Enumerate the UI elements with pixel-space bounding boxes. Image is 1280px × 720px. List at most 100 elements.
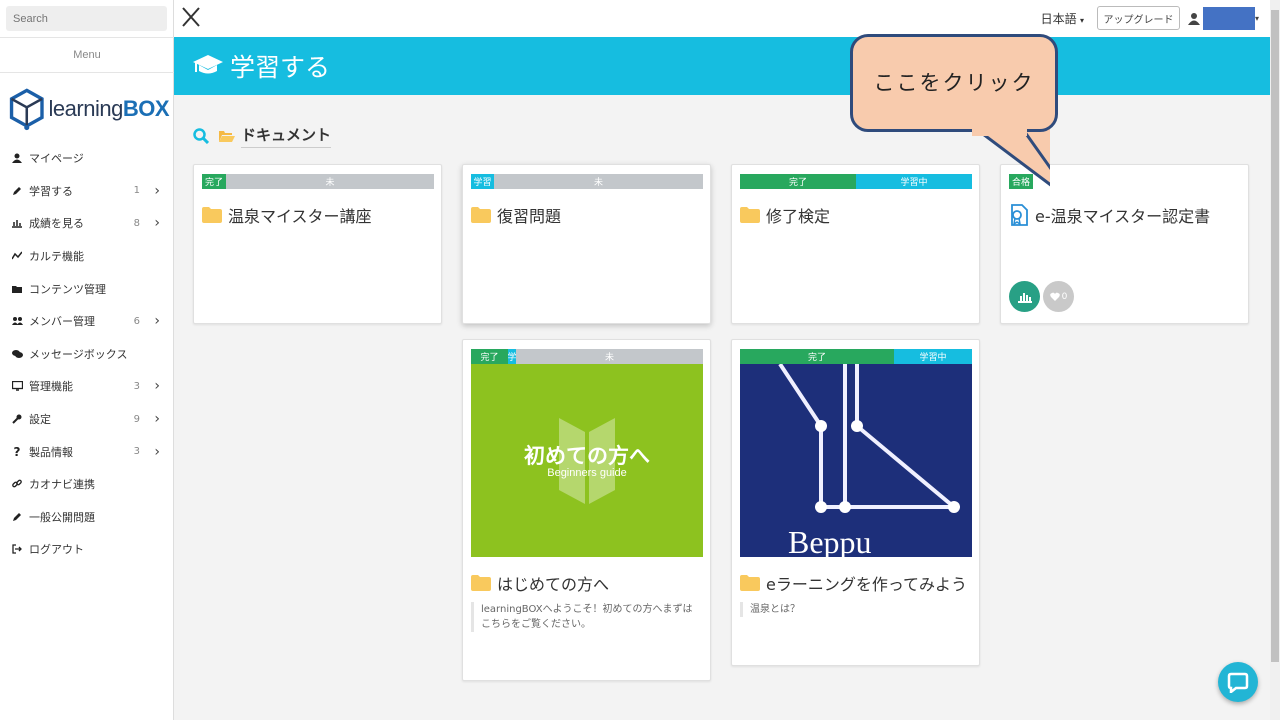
chevron-right-icon: › bbox=[154, 313, 160, 330]
card-description: learningBOXへようこそ！初めての方へまずはこちらをご覧ください。 bbox=[471, 602, 697, 632]
stats-button[interactable] bbox=[1009, 281, 1040, 312]
search-box bbox=[6, 6, 167, 31]
page-header: 学習する bbox=[174, 37, 1270, 95]
search-input[interactable] bbox=[6, 6, 167, 31]
progress-segment-not-started: 未 bbox=[226, 174, 434, 189]
chat-bubble-icon bbox=[1227, 672, 1249, 693]
sidebar: Menu learningBOX マイページ 学習する 1 › 成績を見る 8 … bbox=[0, 0, 174, 720]
folder-icon bbox=[740, 207, 760, 223]
card-title: e-温泉マイスター認定書 bbox=[1035, 207, 1211, 226]
content-card-final-exam[interactable]: 完了 学習中 修了検定 bbox=[731, 164, 980, 324]
thumbnail-title: 初めての方へ bbox=[524, 444, 650, 468]
card-title: はじめての方へ bbox=[497, 575, 610, 594]
scrollbar-thumb[interactable] bbox=[1271, 10, 1279, 662]
logo-text: learningBOX bbox=[48, 96, 170, 121]
chat-button[interactable] bbox=[1218, 662, 1258, 702]
progress-bar: 完了 未 bbox=[202, 174, 434, 189]
callout-pointer-fill bbox=[972, 126, 1027, 136]
content-card-onsen-course[interactable]: 完了 未 温泉マイスター講座 bbox=[193, 164, 442, 324]
search-icon[interactable] bbox=[193, 128, 209, 144]
line-chart-icon bbox=[11, 250, 23, 262]
breadcrumb-label[interactable]: ドキュメント bbox=[241, 124, 332, 148]
sidebar-item-public-questions[interactable]: 一般公開問題 bbox=[0, 501, 174, 534]
logo-cube-icon bbox=[9, 88, 44, 131]
sidebar-item-count: 3 bbox=[133, 446, 140, 458]
avatar bbox=[1203, 6, 1255, 30]
progress-bar: 学習 未 bbox=[471, 174, 703, 189]
sidebar-item-label: コンテンツ管理 bbox=[29, 282, 106, 296]
sidebar-item-contents[interactable]: コンテンツ管理 bbox=[0, 272, 174, 305]
progress-segment-learning: 学習中 bbox=[894, 349, 972, 364]
sidebar-item-count: 3 bbox=[133, 380, 140, 392]
sidebar-item-members[interactable]: メンバー管理 6 › bbox=[0, 305, 174, 338]
sidebar-item-count: 8 bbox=[133, 217, 140, 229]
sidebar-item-messagebox[interactable]: メッセージボックス bbox=[0, 338, 174, 371]
callout-text: ここをクリック bbox=[873, 71, 1035, 95]
card-title-row: 復習問題 bbox=[471, 203, 561, 227]
comments-icon bbox=[11, 348, 23, 360]
sidebar-item-admin[interactable]: 管理機能 3 › bbox=[0, 370, 174, 403]
sidebar-item-karte[interactable]: カルテ機能 bbox=[0, 240, 174, 273]
bar-chart-icon bbox=[1017, 292, 1032, 303]
folder-icon bbox=[740, 575, 760, 591]
progress-bar: 完了 学習中 bbox=[740, 174, 972, 189]
card-thumbnail: 初めての方へ Beginners guide bbox=[471, 364, 703, 557]
scrollbar[interactable] bbox=[1270, 0, 1280, 720]
sidebar-item-label: 管理機能 bbox=[29, 380, 73, 394]
pencil-icon bbox=[11, 511, 23, 523]
close-icon[interactable] bbox=[181, 6, 201, 28]
sidebar-item-label: マイページ bbox=[29, 152, 84, 166]
sidebar-item-learn[interactable]: 学習する 1 › bbox=[0, 175, 174, 208]
user-menu[interactable]: ▾ bbox=[1188, 6, 1260, 30]
chevron-right-icon: › bbox=[154, 443, 160, 460]
sidebar-item-label: ログアウト bbox=[29, 543, 84, 557]
sidebar-item-product-info[interactable]: ? 製品情報 3 › bbox=[0, 435, 174, 468]
upgrade-button[interactable]: アップグレード bbox=[1097, 6, 1180, 30]
sidebar-item-kaonavi[interactable]: カオナビ連携 bbox=[0, 468, 174, 501]
sidebar-item-label: 設定 bbox=[29, 413, 51, 427]
progress-segment-done: 完了 bbox=[740, 174, 856, 189]
users-icon bbox=[11, 315, 23, 327]
content-card-beginners[interactable]: 完了 学 未 初めての方へ Beginners guide はじめての方へ le… bbox=[462, 339, 711, 681]
wrench-icon bbox=[11, 413, 23, 425]
content-card-review[interactable]: 学習 未 復習問題 bbox=[462, 164, 711, 324]
like-button[interactable]: 0 bbox=[1043, 281, 1074, 312]
sidebar-item-label: 製品情報 bbox=[29, 445, 73, 459]
learningbox-logo[interactable]: learningBOX bbox=[9, 83, 170, 135]
chevron-right-icon: › bbox=[154, 411, 160, 428]
language-label: 日本語 bbox=[1040, 12, 1077, 26]
sidebar-item-logout[interactable]: ログアウト bbox=[0, 533, 174, 566]
folder-icon bbox=[471, 575, 491, 591]
thumbnail-subtitle: Beginners guide bbox=[547, 467, 627, 479]
thumbnail-text: Beppu bbox=[788, 524, 872, 557]
caret-down-icon: ▾ bbox=[1079, 16, 1084, 25]
folder-icon bbox=[471, 207, 491, 223]
progress-segment-not-started: 未 bbox=[494, 174, 703, 189]
card-title-row: 修了検定 bbox=[740, 203, 830, 227]
sidebar-item-label: メンバー管理 bbox=[29, 315, 95, 329]
progress-segment-learning: 学習中 bbox=[856, 174, 972, 189]
chevron-right-icon: › bbox=[154, 378, 160, 395]
pencil-icon bbox=[11, 185, 23, 197]
card-description: 温泉とは？ bbox=[740, 602, 966, 617]
sidebar-item-settings[interactable]: 設定 9 › bbox=[0, 403, 174, 436]
card-title-row: はじめての方へ bbox=[471, 571, 609, 595]
card-title-row: 温泉マイスター講座 bbox=[202, 203, 372, 227]
page-title: 学習する bbox=[230, 53, 331, 82]
graduation-cap-icon bbox=[193, 55, 223, 74]
card-thumbnail: Beppu bbox=[740, 364, 972, 557]
user-icon bbox=[11, 152, 23, 164]
card-title: eラーニングを作ってみよう bbox=[766, 575, 968, 594]
language-selector[interactable]: 日本語 ▾ bbox=[1041, 10, 1084, 27]
folder-icon bbox=[202, 207, 222, 223]
progress-bar: 完了 学 未 bbox=[471, 349, 703, 364]
sidebar-item-grades[interactable]: 成績を見る 8 › bbox=[0, 207, 174, 240]
chevron-right-icon: › bbox=[154, 215, 160, 232]
card-title: 修了検定 bbox=[766, 207, 831, 226]
chevron-right-icon: › bbox=[154, 182, 160, 199]
content-card-create-elearning[interactable]: 完了 学習中 Beppu eラーニングを作ってみよう 温泉とは？ bbox=[731, 339, 980, 666]
sidebar-item-label: 成績を見る bbox=[29, 217, 84, 231]
sidebar-item-mypage[interactable]: マイページ bbox=[0, 142, 174, 175]
callout-annotation: ここをクリック bbox=[850, 34, 1058, 132]
caret-down-icon: ▾ bbox=[1255, 13, 1260, 23]
